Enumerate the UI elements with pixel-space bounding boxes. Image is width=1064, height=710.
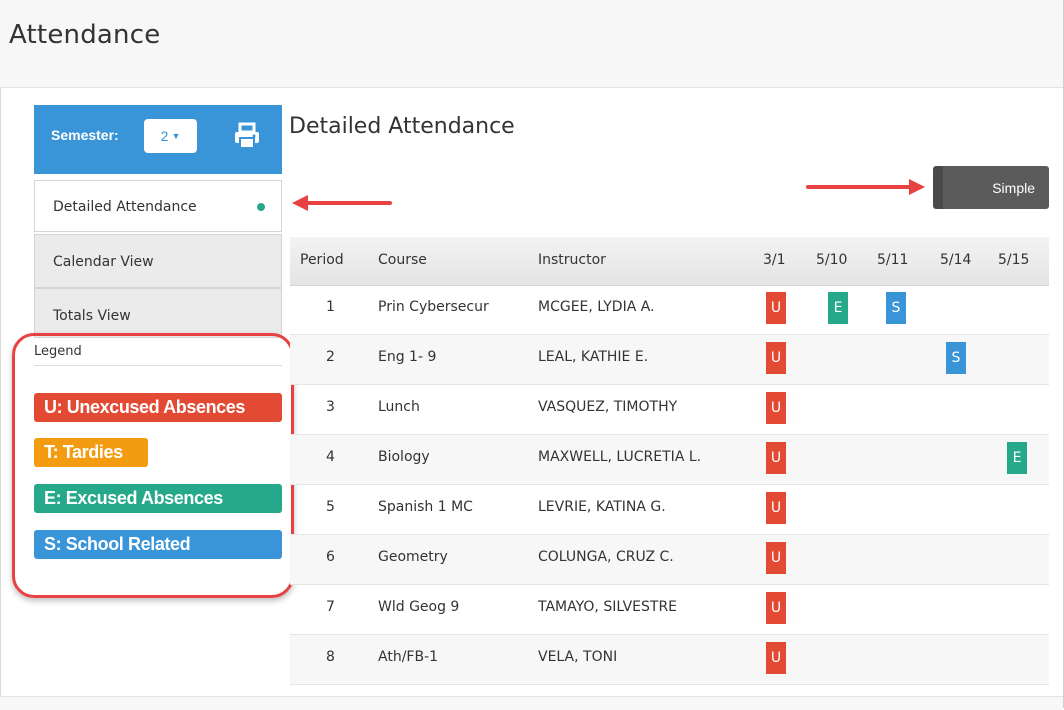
attendance-mark[interactable]: U bbox=[766, 492, 786, 524]
table-row: 3 Lunch VASQUEZ, TIMOTHY U bbox=[290, 385, 1049, 435]
table-row: 7 Wld Geog 9 TAMAYO, SILVESTRE U bbox=[290, 585, 1049, 635]
cell-period: 2 bbox=[326, 349, 335, 365]
attendance-mark[interactable]: E bbox=[1007, 442, 1027, 474]
attendance-mark[interactable]: S bbox=[946, 342, 966, 374]
sidebar-item-detailed-attendance[interactable]: Detailed Attendance bbox=[34, 180, 282, 232]
cell-period: 7 bbox=[326, 599, 335, 615]
cell-course: Biology bbox=[378, 449, 430, 465]
semester-select[interactable]: 2 ▼ bbox=[144, 119, 197, 153]
attendance-mark[interactable]: E bbox=[828, 292, 848, 324]
sidebar-item-calendar-view[interactable]: Calendar View bbox=[34, 234, 282, 288]
footer-band bbox=[0, 696, 1063, 710]
cell-instructor: COLUNGA, CRUZ C. bbox=[538, 549, 674, 565]
semester-label: Semester: bbox=[51, 127, 119, 143]
active-indicator-dot bbox=[257, 203, 265, 211]
cell-period: 8 bbox=[326, 649, 335, 665]
simple-view-button[interactable]: Simple bbox=[933, 166, 1049, 209]
column-header: 3/1 bbox=[763, 252, 786, 268]
table-row: 1 Prin Cybersecur MCGEE, LYDIA A. U E S bbox=[290, 285, 1049, 335]
column-header: 5/11 bbox=[877, 252, 909, 268]
semester-value: 2 bbox=[160, 128, 169, 144]
column-header: Course bbox=[378, 252, 427, 268]
attendance-mark[interactable]: S bbox=[886, 292, 906, 324]
sidebar-item-totals-view[interactable]: Totals View bbox=[34, 288, 282, 338]
section-title: Detailed Attendance bbox=[289, 114, 515, 139]
attendance-mark[interactable]: U bbox=[766, 592, 786, 624]
table-header: Period Course Instructor 3/1 5/10 5/11 5/14 5/1… bbox=[290, 237, 1049, 286]
column-header: 5/14 bbox=[940, 252, 972, 268]
chevron-down-icon: ▼ bbox=[171, 131, 181, 141]
attendance-mark[interactable]: U bbox=[766, 342, 786, 374]
annotation-arrow-left bbox=[292, 195, 392, 211]
cell-instructor: TAMAYO, SILVESTRE bbox=[538, 599, 678, 615]
cell-instructor: VASQUEZ, TIMOTHY bbox=[538, 399, 678, 415]
column-header: 5/10 bbox=[816, 252, 848, 268]
semester-panel: Semester: 2 ▼ bbox=[34, 105, 282, 174]
column-header: Instructor bbox=[538, 252, 606, 268]
cell-period: 3 bbox=[326, 399, 335, 415]
table-row: 8 Ath/FB-1 VELA, TONI U bbox=[290, 635, 1049, 685]
cell-course: Geometry bbox=[378, 549, 448, 565]
column-header: Period bbox=[300, 252, 344, 268]
cell-period: 6 bbox=[326, 549, 335, 565]
table-row: 4 Biology MAXWELL, LUCRETIA L. U E bbox=[290, 435, 1049, 485]
cell-course: Ath/FB-1 bbox=[378, 649, 439, 665]
attendance-mark[interactable]: U bbox=[766, 542, 786, 574]
page-header: Attendance bbox=[0, 0, 1063, 88]
cell-period: 4 bbox=[326, 449, 335, 465]
cell-instructor: VELA, TONI bbox=[538, 649, 618, 665]
table-row: 6 Geometry COLUNGA, CRUZ C. U bbox=[290, 535, 1049, 585]
attendance-mark[interactable]: U bbox=[766, 642, 786, 674]
cell-period: 5 bbox=[326, 499, 335, 515]
sidebar-item-label: Calendar View bbox=[53, 254, 154, 270]
cell-course: Lunch bbox=[378, 399, 420, 415]
cell-course: Prin Cybersecur bbox=[378, 299, 489, 315]
page-title: Attendance bbox=[9, 20, 161, 50]
attendance-mark[interactable]: U bbox=[766, 392, 786, 424]
sidebar-item-label: Detailed Attendance bbox=[53, 199, 197, 215]
table-row: 5 Spanish 1 MC LEVRIE, KATINA G. U bbox=[290, 485, 1049, 535]
annotation-arrow-right bbox=[806, 179, 925, 195]
table-row: 2 Eng 1- 9 LEAL, KATHIE E. U S bbox=[290, 335, 1049, 385]
column-header: 5/15 bbox=[998, 252, 1030, 268]
print-icon[interactable] bbox=[232, 121, 262, 151]
cell-period: 1 bbox=[326, 299, 335, 315]
cell-instructor: MAXWELL, LUCRETIA L. bbox=[538, 449, 702, 465]
sidebar-item-label: Totals View bbox=[53, 308, 131, 324]
cell-course: Spanish 1 MC bbox=[378, 499, 473, 515]
cell-course: Wld Geog 9 bbox=[378, 599, 460, 615]
cell-instructor: MCGEE, LYDIA A. bbox=[538, 299, 655, 315]
annotation-highlight-box bbox=[12, 333, 294, 598]
cell-course: Eng 1- 9 bbox=[378, 349, 437, 365]
cell-instructor: LEAL, KATHIE E. bbox=[538, 349, 649, 365]
attendance-mark[interactable]: U bbox=[766, 442, 786, 474]
attendance-mark[interactable]: U bbox=[766, 292, 786, 324]
cell-instructor: LEVRIE, KATINA G. bbox=[538, 499, 666, 515]
